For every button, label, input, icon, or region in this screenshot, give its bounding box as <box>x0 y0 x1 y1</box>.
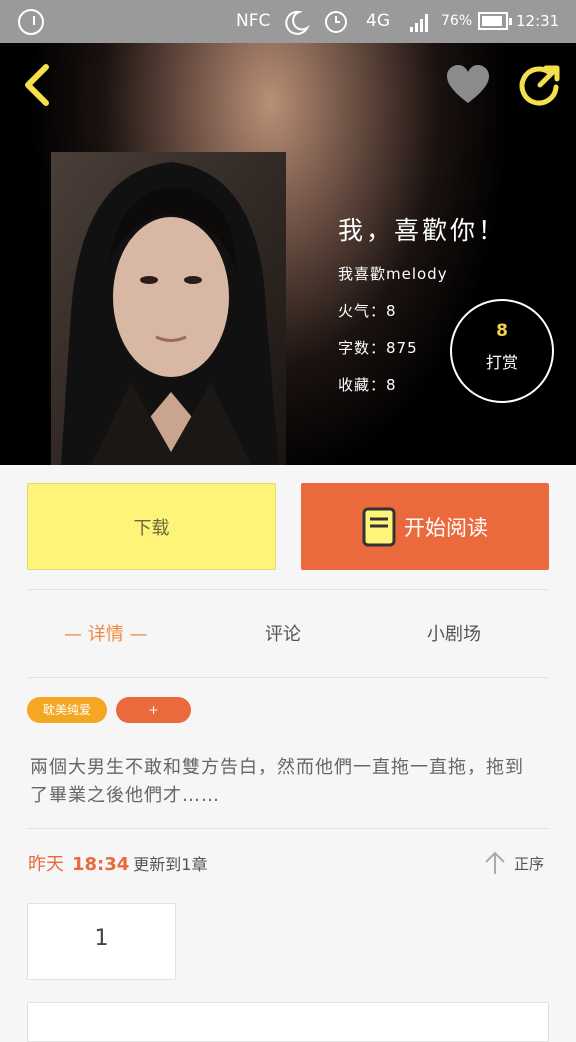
moon-icon <box>285 10 310 35</box>
tab-details[interactable]: — 详情 — <box>64 620 147 646</box>
author-name: 我喜歡melody <box>338 265 448 283</box>
tag-genre[interactable]: 耽美纯爱 <box>27 697 107 723</box>
bottom-card <box>27 1002 549 1042</box>
reward-count: 8 <box>496 321 508 341</box>
reward-button[interactable]: 8 打赏 <box>450 299 554 403</box>
download-button[interactable]: 下载 <box>27 483 276 570</box>
reward-label: 打赏 <box>485 353 518 372</box>
download-label: 下载 <box>133 517 170 539</box>
clock: 12:31 <box>516 12 560 30</box>
tab-comments[interactable]: 评论 <box>265 620 301 646</box>
favorites-value: 8 <box>386 376 397 394</box>
popularity-label: 火气： <box>338 302 387 320</box>
chapter-number: 1 <box>94 926 109 951</box>
update-text: 更新到1章 <box>133 855 208 874</box>
heart-icon[interactable] <box>444 63 492 107</box>
book-description: 兩個大男生不敢和雙方告白，然而他們一直拖一直拖，拖到了畢業之後他們才…… <box>30 757 524 806</box>
update-day: 昨天 <box>28 854 64 875</box>
favorites-label: 收藏： <box>338 376 387 394</box>
popularity-value: 8 <box>386 302 397 320</box>
wordcount-label: 字数： <box>338 339 387 357</box>
book-header: 我，喜歡你！ 我喜歡melody 火气：8 字数：875 收藏：8 8 打赏 <box>0 43 576 465</box>
sort-order-button[interactable]: 正序 <box>484 850 544 876</box>
wordcount-value: 875 <box>386 339 418 357</box>
status-bar: NFC 4G 76% 12:31 <box>0 0 576 43</box>
back-arrow-icon[interactable] <box>18 63 58 107</box>
add-tag-button[interactable]: + <box>116 697 191 723</box>
update-time: 18:34 <box>72 854 130 875</box>
divider <box>27 589 549 590</box>
book-icon <box>362 507 396 546</box>
signal-icon <box>410 12 432 32</box>
divider <box>27 677 549 678</box>
battery-icon <box>478 12 512 30</box>
tab-theater[interactable]: 小剧场 <box>427 620 481 646</box>
download-status-icon <box>18 9 44 35</box>
divider <box>27 828 549 829</box>
alarm-icon <box>325 11 347 33</box>
start-reading-button[interactable]: 开始阅读 <box>301 483 549 570</box>
battery-percent: 76% <box>441 13 473 29</box>
share-icon[interactable] <box>518 63 562 107</box>
network-label: 4G <box>366 11 390 31</box>
sort-order-label: 正序 <box>514 854 545 873</box>
start-reading-label: 开始阅读 <box>404 515 488 540</box>
arrow-up-icon <box>485 851 505 874</box>
book-cover-image <box>51 152 286 465</box>
update-info: 昨天 18:34 更新到1章 <box>28 850 207 876</box>
nfc-label: NFC <box>236 11 271 31</box>
book-title: 我，喜歡你！ <box>338 216 507 245</box>
chapter-item[interactable]: 1 <box>27 903 176 980</box>
